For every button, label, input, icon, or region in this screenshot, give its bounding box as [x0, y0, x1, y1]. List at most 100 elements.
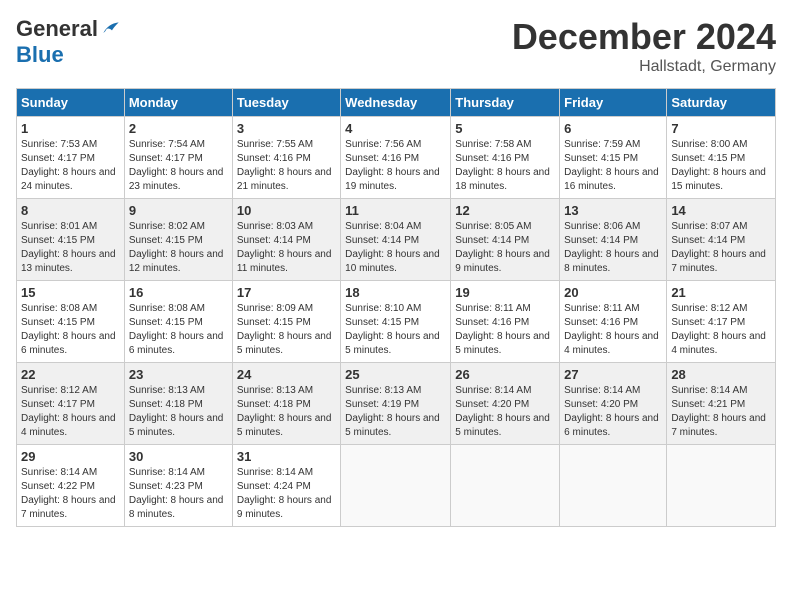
weekday-header-cell: Tuesday	[232, 89, 340, 117]
day-info: Sunrise: 8:00 AMSunset: 4:15 PMDaylight:…	[671, 138, 771, 194]
calendar-day-cell: 27 Sunrise: 8:14 AMSunset: 4:20 PMDayligh…	[560, 363, 667, 445]
weekday-header-row: SundayMondayTuesdayWednesdayThursdayFrid…	[17, 89, 776, 117]
title-block: December 2024 Hallstadt, Germany	[512, 16, 776, 76]
calendar-day-cell: 7Sunrise: 8:00 AMSunset: 4:15 PMDaylight…	[667, 117, 776, 199]
day-info: Sunrise: 8:13 AMSunset: 4:18 PMDaylight:…	[237, 384, 336, 440]
location: Hallstadt, Germany	[512, 58, 776, 76]
calendar-day-cell: 1Sunrise: 7:53 AMSunset: 4:17 PMDaylight…	[17, 117, 125, 199]
day-number: 13	[564, 203, 662, 218]
logo-blue-text: Blue	[16, 42, 64, 68]
day-number: 15	[21, 285, 120, 300]
calendar-day-cell: 18 Sunrise: 8:10 AMSunset: 4:15 PMDayligh…	[341, 281, 451, 363]
calendar-day-cell: 28Sunrise: 8:14 AMSunset: 4:21 PMDayligh…	[667, 363, 776, 445]
calendar-day-cell: 23 Sunrise: 8:13 AMSunset: 4:18 PMDayligh…	[124, 363, 232, 445]
day-info: Sunrise: 8:07 AMSunset: 4:14 PMDaylight:…	[671, 220, 771, 276]
day-info: Sunrise: 8:08 AMSunset: 4:15 PMDaylight:…	[21, 302, 120, 358]
day-info: Sunrise: 8:11 AMSunset: 4:16 PMDaylight:…	[455, 302, 555, 358]
day-info: Sunrise: 8:14 AMSunset: 4:20 PMDaylight:…	[455, 384, 555, 440]
day-number: 5	[455, 121, 555, 136]
day-number: 26	[455, 367, 555, 382]
day-number: 9	[129, 203, 228, 218]
day-info: Sunrise: 8:11 AMSunset: 4:16 PMDaylight:…	[564, 302, 662, 358]
calendar-day-cell: 30Sunrise: 8:14 AMSunset: 4:23 PMDayligh…	[124, 445, 232, 527]
calendar-day-cell: 9 Sunrise: 8:02 AMSunset: 4:15 PMDaylight…	[124, 199, 232, 281]
day-number: 18	[345, 285, 446, 300]
weekday-header-cell: Saturday	[667, 89, 776, 117]
day-number: 8	[21, 203, 120, 218]
calendar-day-cell: 20 Sunrise: 8:11 AMSunset: 4:16 PMDayligh…	[560, 281, 667, 363]
calendar-week-row: 8 Sunrise: 8:01 AMSunset: 4:15 PMDaylight…	[17, 199, 776, 281]
weekday-header-cell: Wednesday	[341, 89, 451, 117]
day-number: 14	[671, 203, 771, 218]
calendar-day-cell: 5 Sunrise: 7:58 AMSunset: 4:16 PMDaylight…	[451, 117, 560, 199]
day-number: 27	[564, 367, 662, 382]
day-number: 4	[345, 121, 446, 136]
day-info: Sunrise: 7:58 AMSunset: 4:16 PMDaylight:…	[455, 138, 555, 194]
day-info: Sunrise: 8:03 AMSunset: 4:14 PMDaylight:…	[237, 220, 336, 276]
calendar-day-cell: 15 Sunrise: 8:08 AMSunset: 4:15 PMDayligh…	[17, 281, 125, 363]
calendar-day-cell: 6Sunrise: 7:59 AMSunset: 4:15 PMDaylight…	[560, 117, 667, 199]
calendar-day-cell	[341, 445, 451, 527]
day-info: Sunrise: 8:14 AMSunset: 4:24 PMDaylight:…	[237, 466, 336, 522]
day-number: 11	[345, 203, 446, 218]
calendar-week-row: 1Sunrise: 7:53 AMSunset: 4:17 PMDaylight…	[17, 117, 776, 199]
day-info: Sunrise: 8:09 AMSunset: 4:15 PMDaylight:…	[237, 302, 336, 358]
day-info: Sunrise: 8:01 AMSunset: 4:15 PMDaylight:…	[21, 220, 120, 276]
day-info: Sunrise: 8:05 AMSunset: 4:14 PMDaylight:…	[455, 220, 555, 276]
calendar-day-cell: 4 Sunrise: 7:56 AMSunset: 4:16 PMDaylight…	[341, 117, 451, 199]
calendar-day-cell: 8 Sunrise: 8:01 AMSunset: 4:15 PMDaylight…	[17, 199, 125, 281]
calendar-day-cell: 17 Sunrise: 8:09 AMSunset: 4:15 PMDayligh…	[232, 281, 340, 363]
calendar-table: SundayMondayTuesdayWednesdayThursdayFrid…	[16, 88, 776, 527]
day-number: 3	[237, 121, 336, 136]
day-number: 20	[564, 285, 662, 300]
day-info: Sunrise: 8:04 AMSunset: 4:14 PMDaylight:…	[345, 220, 446, 276]
day-info: Sunrise: 7:56 AMSunset: 4:16 PMDaylight:…	[345, 138, 446, 194]
weekday-header-cell: Friday	[560, 89, 667, 117]
calendar-body: 1Sunrise: 7:53 AMSunset: 4:17 PMDaylight…	[17, 117, 776, 527]
day-info: Sunrise: 7:55 AMSunset: 4:16 PMDaylight:…	[237, 138, 336, 194]
calendar-day-cell: 14 Sunrise: 8:07 AMSunset: 4:14 PMDayligh…	[667, 199, 776, 281]
day-number: 23	[129, 367, 228, 382]
day-info: Sunrise: 7:59 AMSunset: 4:15 PMDaylight:…	[564, 138, 662, 194]
day-number: 12	[455, 203, 555, 218]
day-number: 2	[129, 121, 228, 136]
day-info: Sunrise: 8:14 AMSunset: 4:23 PMDaylight:…	[129, 466, 228, 522]
calendar-day-cell: 26 Sunrise: 8:14 AMSunset: 4:20 PMDayligh…	[451, 363, 560, 445]
day-number: 29	[21, 449, 120, 464]
day-info: Sunrise: 8:10 AMSunset: 4:15 PMDaylight:…	[345, 302, 446, 358]
calendar-day-cell: 13Sunrise: 8:06 AMSunset: 4:14 PMDayligh…	[560, 199, 667, 281]
day-info: Sunrise: 8:13 AMSunset: 4:18 PMDaylight:…	[129, 384, 228, 440]
day-info: Sunrise: 8:12 AMSunset: 4:17 PMDaylight:…	[671, 302, 771, 358]
logo-bird-icon	[100, 19, 120, 39]
weekday-header-cell: Sunday	[17, 89, 125, 117]
calendar-day-cell: 29 Sunrise: 8:14 AMSunset: 4:22 PMDayligh…	[17, 445, 125, 527]
calendar-day-cell: 24 Sunrise: 8:13 AMSunset: 4:18 PMDayligh…	[232, 363, 340, 445]
page-header: General Blue December 2024 Hallstadt, Ge…	[16, 16, 776, 76]
day-number: 16	[129, 285, 228, 300]
calendar-day-cell: 25 Sunrise: 8:13 AMSunset: 4:19 PMDayligh…	[341, 363, 451, 445]
weekday-header-cell: Monday	[124, 89, 232, 117]
day-info: Sunrise: 8:08 AMSunset: 4:15 PMDaylight:…	[129, 302, 228, 358]
day-info: Sunrise: 8:12 AMSunset: 4:17 PMDaylight:…	[21, 384, 120, 440]
day-number: 19	[455, 285, 555, 300]
day-number: 24	[237, 367, 336, 382]
calendar-day-cell: 12 Sunrise: 8:05 AMSunset: 4:14 PMDayligh…	[451, 199, 560, 281]
day-info: Sunrise: 8:14 AMSunset: 4:20 PMDaylight:…	[564, 384, 662, 440]
calendar-day-cell: 31Sunrise: 8:14 AMSunset: 4:24 PMDayligh…	[232, 445, 340, 527]
calendar-week-row: 29 Sunrise: 8:14 AMSunset: 4:22 PMDayligh…	[17, 445, 776, 527]
month-title: December 2024	[512, 16, 776, 58]
day-number: 10	[237, 203, 336, 218]
calendar-day-cell: 19 Sunrise: 8:11 AMSunset: 4:16 PMDayligh…	[451, 281, 560, 363]
calendar-day-cell: 2 Sunrise: 7:54 AMSunset: 4:17 PMDaylight…	[124, 117, 232, 199]
day-info: Sunrise: 8:13 AMSunset: 4:19 PMDaylight:…	[345, 384, 446, 440]
day-info: Sunrise: 8:02 AMSunset: 4:15 PMDaylight:…	[129, 220, 228, 276]
day-info: Sunrise: 8:14 AMSunset: 4:22 PMDaylight:…	[21, 466, 120, 522]
day-number: 25	[345, 367, 446, 382]
calendar-day-cell: 10 Sunrise: 8:03 AMSunset: 4:14 PMDayligh…	[232, 199, 340, 281]
day-info: Sunrise: 7:54 AMSunset: 4:17 PMDaylight:…	[129, 138, 228, 194]
calendar-day-cell: 22Sunrise: 8:12 AMSunset: 4:17 PMDayligh…	[17, 363, 125, 445]
logo-general-text: General	[16, 16, 98, 42]
calendar-day-cell: 21Sunrise: 8:12 AMSunset: 4:17 PMDayligh…	[667, 281, 776, 363]
day-number: 17	[237, 285, 336, 300]
calendar-day-cell: 3 Sunrise: 7:55 AMSunset: 4:16 PMDaylight…	[232, 117, 340, 199]
